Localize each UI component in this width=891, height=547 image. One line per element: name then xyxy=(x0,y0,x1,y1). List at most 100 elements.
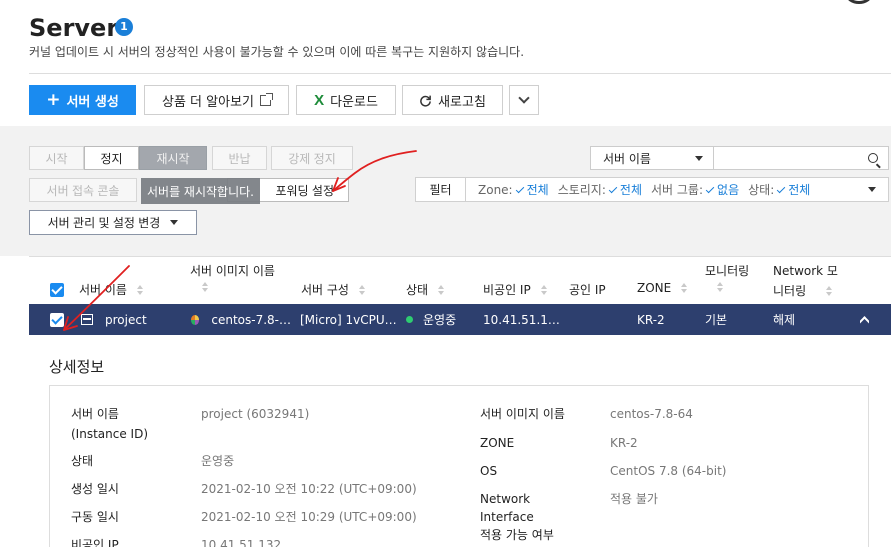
row-monitoring: 기본 xyxy=(705,313,728,327)
sort-icon[interactable] xyxy=(540,284,547,295)
excel-icon: X xyxy=(314,91,325,109)
filter-server-group[interactable]: 서버 그룹: 없음 xyxy=(651,181,739,198)
server-manage-label: 서버 관리 및 설정 변경 xyxy=(47,216,161,230)
row-private-ip: 10.41.51.1… xyxy=(483,312,560,327)
check-icon xyxy=(777,184,786,194)
select-all-checkbox[interactable] xyxy=(50,283,64,297)
page-subtitle: 커널 업데이트 시 서버의 정상적인 사용이 불가능할 수 있으며 이에 따른 … xyxy=(29,45,525,59)
row-checkbox[interactable] xyxy=(50,313,64,327)
detail-image-value: centos-7.8-64 xyxy=(610,407,693,421)
sort-icon[interactable] xyxy=(136,284,143,295)
dropdown-arrow-icon xyxy=(170,220,179,225)
detail-created-value: 2021-02-10 오전 10:22 (UTC+09:00) xyxy=(201,482,417,496)
col-status[interactable]: 상태 xyxy=(406,281,445,298)
create-server-button[interactable]: + 서버 생성 xyxy=(29,85,136,115)
filter-zone-value: 전체 xyxy=(526,183,549,197)
detail-panel: 서버 이름 (Instance ID) project (6032941) 상태… xyxy=(49,385,869,547)
top-corner-icon-fragment xyxy=(846,0,872,4)
col-image-name[interactable]: 서버 이미지 이름 xyxy=(190,262,275,292)
filter-group-value: 없음 xyxy=(717,183,740,197)
filter-storage[interactable]: 스토리지: 전체 xyxy=(558,181,642,198)
server-manage-dropdown[interactable]: 서버 관리 및 설정 변경 xyxy=(29,210,197,235)
col-net-monitoring[interactable]: Network 모 니터링 xyxy=(773,262,838,299)
server-count-badge: 1 xyxy=(115,18,133,36)
col-monitoring[interactable]: 모니터링 xyxy=(705,262,749,292)
refresh-button[interactable]: 새로고침 xyxy=(402,85,503,115)
row-zone: KR-2 xyxy=(637,312,665,327)
search-input[interactable] xyxy=(714,146,889,170)
col-public-ip[interactable]: 공인 IP xyxy=(569,281,606,298)
server-console-button[interactable]: 서버 접속 콘솔 xyxy=(29,178,137,202)
download-label: 다운로드 xyxy=(330,94,378,110)
search-field-select[interactable]: 서버 이름 xyxy=(590,146,714,170)
filter-storage-key: 스토리지: xyxy=(557,183,606,197)
chevron-up-icon xyxy=(860,316,869,329)
learn-more-button[interactable]: 상품 더 알아보기 xyxy=(144,85,289,115)
return-button[interactable]: 반납 xyxy=(212,146,267,170)
detail-name-label-2: (Instance ID) xyxy=(71,427,148,441)
detail-started-label: 구동 일시 xyxy=(71,510,119,524)
filter-zone[interactable]: Zone: 전체 xyxy=(478,181,549,198)
row-image-name: centos-7.8-… xyxy=(211,312,291,327)
stop-button[interactable]: 정지 xyxy=(84,146,139,170)
sort-icon[interactable] xyxy=(681,283,688,293)
sort-icon[interactable] xyxy=(358,284,365,295)
centos-icon xyxy=(191,314,200,325)
filter-dropdown-icon[interactable] xyxy=(868,187,876,192)
download-button[interactable]: X 다운로드 xyxy=(296,85,396,115)
filter-status-key: 상태: xyxy=(748,183,775,197)
start-button[interactable]: 시작 xyxy=(29,146,84,170)
row-net-monitoring: 해제 xyxy=(773,313,796,327)
filter-storage-value: 전체 xyxy=(619,183,642,197)
row-spec: [Micro] 1vCPU… xyxy=(300,312,397,327)
detail-status-value: 운영중 xyxy=(201,454,235,468)
row-server-name: project xyxy=(105,312,147,327)
col-net-monitoring-label-1: Network 모 xyxy=(773,264,838,278)
detail-os-value: CentOS 7.8 (64-bit) xyxy=(610,464,727,478)
col-status-label: 상태 xyxy=(406,283,429,297)
sort-icon[interactable] xyxy=(826,285,833,296)
table-row[interactable]: project centos-7.8-… [Micro] 1vCPU… 운영중 … xyxy=(29,304,891,335)
col-net-monitoring-label-2: 니터링 xyxy=(773,284,807,298)
restart-button[interactable]: 재시작 xyxy=(139,146,207,170)
force-stop-button[interactable]: 강제 정지 xyxy=(271,146,353,170)
plus-icon: + xyxy=(46,90,61,110)
create-server-label: 서버 생성 xyxy=(66,94,119,110)
check-icon xyxy=(705,184,715,194)
search-field-value: 서버 이름 xyxy=(603,151,651,166)
detail-private-ip-label: 비공인 IP xyxy=(71,538,119,547)
col-spec[interactable]: 서버 구성 xyxy=(301,281,365,298)
col-private-ip[interactable]: 비공인 IP xyxy=(483,281,547,298)
refresh-icon xyxy=(420,95,431,107)
refresh-label: 새로고침 xyxy=(438,94,486,110)
status-running-icon xyxy=(406,316,413,323)
table-header: 서버 이름 서버 이미지 이름 서버 구성 상태 비공인 IP 공인 IP ZO… xyxy=(29,256,891,304)
restart-tooltip: 서버를 재시작합니다. xyxy=(141,178,260,204)
col-public-ip-label: 공인 IP xyxy=(569,283,606,297)
col-image-name-label: 서버 이미지 이름 xyxy=(190,264,275,278)
col-private-ip-label: 비공인 IP xyxy=(483,283,531,297)
detail-zone-label: ZONE xyxy=(480,436,515,450)
col-server-name[interactable]: 서버 이름 xyxy=(79,281,143,298)
detail-os-label: OS xyxy=(480,464,498,478)
search-icon[interactable] xyxy=(868,153,878,163)
more-options-button[interactable] xyxy=(509,85,539,115)
dropdown-arrow-icon xyxy=(695,155,703,161)
collapse-row-button[interactable] xyxy=(860,304,869,335)
page-title: Server xyxy=(29,14,119,42)
detail-ni-label-2: Interface xyxy=(480,510,534,524)
chevron-down-icon xyxy=(518,91,530,104)
col-server-name-label: 서버 이름 xyxy=(79,283,127,297)
check-icon xyxy=(608,184,618,194)
sort-icon[interactable] xyxy=(438,284,445,295)
col-zone[interactable]: ZONE xyxy=(637,281,688,295)
detail-image-label: 서버 이미지 이름 xyxy=(480,407,565,421)
filter-status[interactable]: 상태: 전체 xyxy=(748,181,810,198)
sort-icon[interactable] xyxy=(202,282,208,292)
sort-icon[interactable] xyxy=(717,282,723,292)
col-spec-label: 서버 구성 xyxy=(301,283,349,297)
filter-bar[interactable]: 필터 Zone: 전체 스토리지: 전체 서버 그룹: 없음 상태: 전체 xyxy=(415,177,889,202)
check-icon xyxy=(515,184,524,194)
detail-name-label-1: 서버 이름 xyxy=(71,407,119,421)
detail-ni-value: 적용 불가 xyxy=(610,492,658,506)
